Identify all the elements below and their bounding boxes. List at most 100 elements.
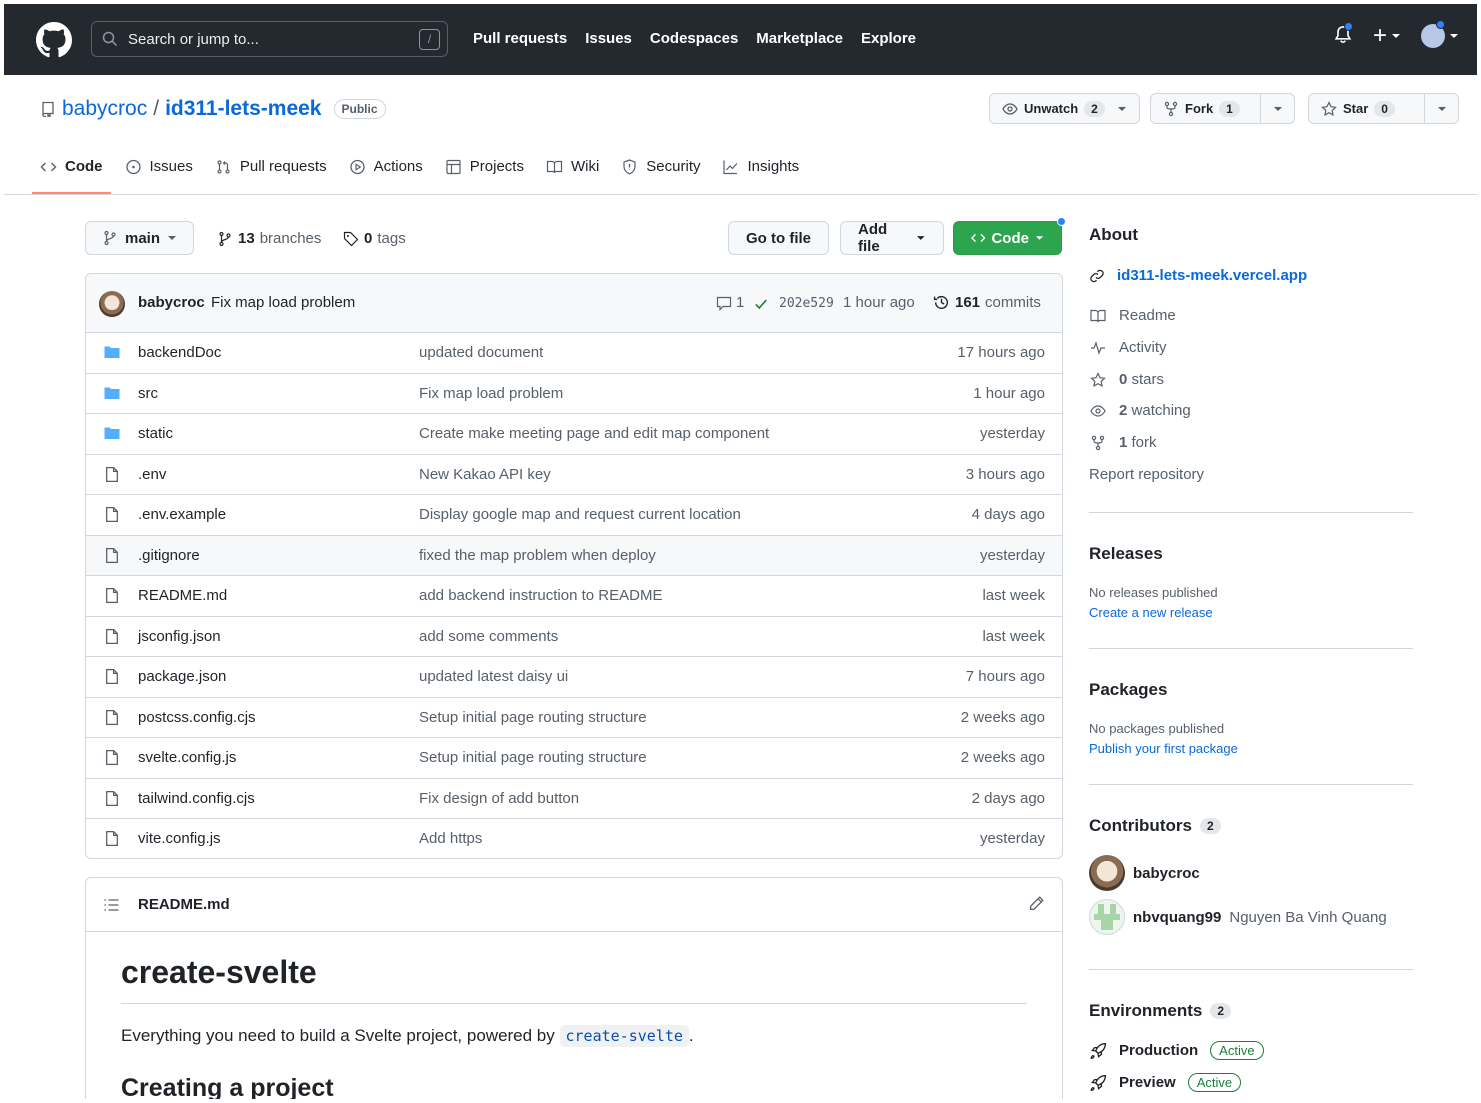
branches-link[interactable]: 13 branches	[217, 230, 321, 247]
tab-projects[interactable]: Projects	[445, 158, 524, 185]
commit-comments[interactable]: 1	[716, 294, 744, 311]
add-file-button[interactable]: Add file	[840, 221, 944, 255]
nav-codespaces[interactable]: Codespaces	[650, 30, 738, 47]
create-new-button[interactable]: +	[1373, 24, 1401, 48]
file-age: 2 weeks ago	[960, 708, 1045, 726]
file-commit-message[interactable]: Display google map and request current l…	[419, 506, 741, 523]
report-repository-link[interactable]: Report repository	[1089, 466, 1204, 483]
file-row[interactable]: tailwind.config.cjs Fix design of add but…	[86, 779, 1062, 819]
tab-actions[interactable]: Actions	[349, 158, 423, 185]
file-row[interactable]: .env.example Display google map and reque…	[86, 495, 1062, 536]
file-name[interactable]: tailwind.config.cjs	[138, 790, 255, 807]
file-row[interactable]: postcss.config.cjs Setup initial page rou…	[86, 698, 1062, 738]
notifications-button[interactable]	[1333, 21, 1353, 48]
code-button[interactable]: Code	[953, 217, 1066, 255]
nav-issues[interactable]: Issues	[585, 30, 632, 47]
file-name[interactable]: jsconfig.json	[138, 628, 221, 645]
file-row[interactable]: jsconfig.json add some comments last week	[86, 617, 1062, 657]
environments-heading[interactable]: Environments 2	[1089, 1001, 1232, 1021]
file-commit-message[interactable]: Setup initial page routing structure	[419, 709, 647, 726]
tab-issues[interactable]: Issues	[125, 158, 193, 185]
fork-button[interactable]: Fork 1	[1151, 94, 1260, 123]
file-commit-message[interactable]: add some comments	[419, 628, 558, 645]
file-row[interactable]: .env New Kakao API key 3 hours ago	[86, 455, 1062, 495]
unwatch-button[interactable]: Unwatch 2	[990, 94, 1117, 123]
file-name[interactable]: package.json	[138, 668, 226, 685]
file-name[interactable]: .gitignore	[138, 547, 200, 564]
commit-author-avatar[interactable]	[99, 291, 125, 317]
file-row[interactable]: static Create make meeting page and edit …	[86, 414, 1062, 455]
commit-message[interactable]: Fix map load problem	[211, 294, 355, 311]
file-commit-message[interactable]: Fix design of add button	[419, 790, 579, 807]
commit-author[interactable]: babycroc	[138, 294, 205, 311]
pencil-icon[interactable]	[1028, 895, 1045, 912]
file-name[interactable]: backendDoc	[138, 344, 221, 361]
file-name[interactable]: svelte.config.js	[138, 749, 236, 766]
repo-owner-link[interactable]: babycroc	[62, 97, 147, 121]
publish-package-link[interactable]: Publish your first package	[1089, 741, 1238, 756]
nav-pull-requests[interactable]: Pull requests	[473, 30, 567, 47]
contributor-item[interactable]: babycroc	[1089, 855, 1200, 891]
file-name[interactable]: static	[138, 425, 173, 442]
watching-link[interactable]: 2 watching	[1089, 402, 1191, 419]
star-button[interactable]: Star 0	[1309, 94, 1424, 123]
github-logo-icon[interactable]	[36, 22, 72, 58]
unwatch-dropdown[interactable]	[1117, 94, 1137, 123]
forks-link[interactable]: 1 fork	[1089, 434, 1157, 451]
file-commit-message[interactable]: updated document	[419, 344, 543, 361]
search-input[interactable]: Search or jump to... /	[91, 21, 448, 57]
commits-link[interactable]: 161 commits	[933, 294, 1041, 311]
star-dropdown[interactable]	[1424, 94, 1458, 123]
file-row[interactable]: .gitignore fixed the map problem when dep…	[86, 535, 1062, 576]
file-name[interactable]: .env.example	[138, 506, 226, 523]
list-icon[interactable]	[103, 897, 120, 913]
file-commit-message[interactable]: add backend instruction to README	[419, 587, 662, 604]
tab-insights[interactable]: Insights	[722, 158, 799, 185]
tab-pull-requests[interactable]: Pull requests	[215, 158, 327, 185]
tab-wiki[interactable]: Wiki	[546, 158, 599, 185]
releases-title[interactable]: Releases	[1089, 544, 1163, 564]
readme-filename[interactable]: README.md	[138, 896, 230, 913]
file-row[interactable]: vite.config.js Add https yesterday	[86, 819, 1062, 858]
tab-security[interactable]: Security	[621, 158, 700, 185]
stars-link[interactable]: 0 stars	[1089, 371, 1164, 388]
file-name[interactable]: postcss.config.cjs	[138, 709, 256, 726]
go-to-file-button[interactable]: Go to file	[728, 221, 829, 255]
tab-code[interactable]: Code	[32, 158, 110, 194]
file-commit-message[interactable]: Add https	[419, 830, 482, 847]
packages-title[interactable]: Packages	[1089, 680, 1167, 700]
file-commit-message[interactable]: fixed the map problem when deploy	[419, 547, 656, 564]
file-row[interactable]: package.json updated latest daisy ui 7 hou…	[86, 657, 1062, 698]
check-icon[interactable]	[754, 297, 768, 311]
file-commit-message[interactable]: Fix map load problem	[419, 385, 563, 402]
file-commit-message[interactable]: New Kakao API key	[419, 466, 551, 483]
contributor-item[interactable]: nbvquang99 Nguyen Ba Vinh Quang	[1089, 899, 1387, 935]
file-name[interactable]: src	[138, 385, 158, 402]
fork-dropdown[interactable]	[1260, 94, 1294, 123]
file-row[interactable]: svelte.config.js Setup initial page routi…	[86, 738, 1062, 779]
tags-link[interactable]: 0 tags	[343, 230, 406, 247]
user-menu-button[interactable]	[1421, 20, 1459, 48]
file-commit-message[interactable]: Setup initial page routing structure	[419, 749, 647, 766]
nav-explore[interactable]: Explore	[861, 30, 916, 47]
file-row[interactable]: README.md add backend instruction to READ…	[86, 576, 1062, 617]
environment-item[interactable]: Preview Active	[1089, 1073, 1242, 1092]
file-commit-message[interactable]: Create make meeting page and edit map co…	[419, 425, 769, 442]
file-name[interactable]: vite.config.js	[138, 830, 221, 847]
contributors-heading[interactable]: Contributors 2	[1089, 816, 1221, 836]
commit-sha[interactable]: 202e529	[779, 296, 834, 311]
create-release-link[interactable]: Create a new release	[1089, 605, 1213, 620]
fork-label-side: fork	[1131, 434, 1157, 451]
file-name[interactable]: README.md	[138, 587, 227, 604]
website-link[interactable]: id311-lets-meek.vercel.app	[1089, 267, 1307, 284]
file-commit-message[interactable]: updated latest daisy ui	[419, 668, 568, 685]
file-row[interactable]: backendDoc updated document 17 hours ago	[86, 333, 1062, 374]
repo-name-link[interactable]: id311-lets-meek	[165, 97, 321, 121]
environment-item[interactable]: Production Active	[1089, 1041, 1264, 1060]
activity-link[interactable]: Activity	[1089, 339, 1167, 356]
nav-marketplace[interactable]: Marketplace	[756, 30, 843, 47]
branch-select-button[interactable]: main	[85, 221, 195, 255]
file-row[interactable]: src Fix map load problem 1 hour ago	[86, 374, 1062, 414]
file-name[interactable]: .env	[138, 466, 166, 483]
readme-link[interactable]: Readme	[1089, 307, 1176, 324]
